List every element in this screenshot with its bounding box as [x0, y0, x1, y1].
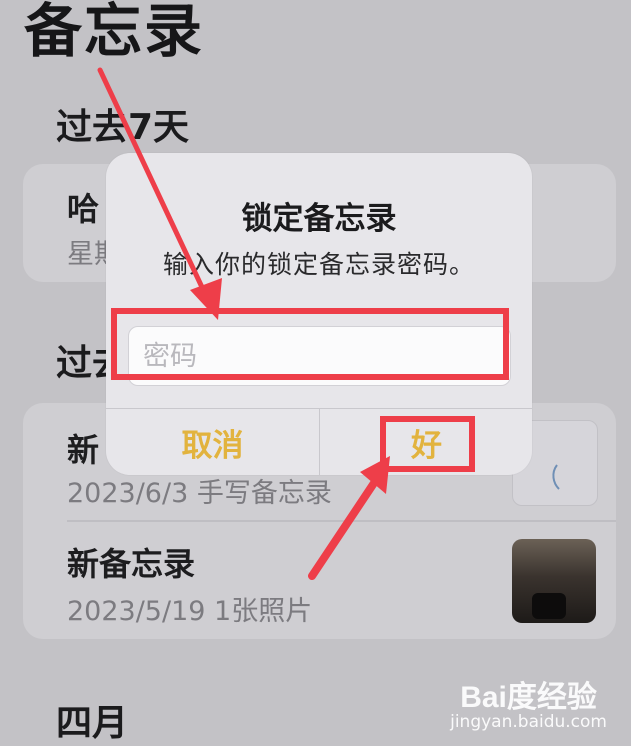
watermark-logo: Bai度经验: [460, 681, 597, 714]
arrow-to-ok-icon: [308, 456, 390, 580]
arrow-to-password-icon: [97, 67, 222, 320]
annotation-arrows: [97, 67, 390, 580]
baidu-jingyan-watermark: Bai度经验 jingyan.baidu.com: [450, 672, 607, 732]
watermark-url: jingyan.baidu.com: [450, 712, 607, 732]
